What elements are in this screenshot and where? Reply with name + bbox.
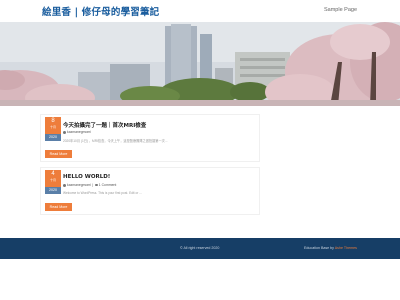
post-author[interactable]: kazmanegmomi (67, 130, 91, 134)
post-author[interactable]: kazmanegmomi (67, 183, 91, 187)
post-date-year: 2020 (45, 134, 61, 141)
post-date-month: 十月 (49, 178, 56, 182)
site-footer: © All right reserved 2020 Education Base… (0, 238, 400, 259)
post-card: 4 十月 2020 HELLO WORLD! kazmanegmomi | 1 C… (40, 167, 260, 215)
post-date-year: 2020 (45, 187, 61, 194)
hero-city-cherry-blossom-image (0, 22, 400, 106)
post-date: 4 十月 2020 (45, 170, 61, 194)
post-title[interactable]: HELLO WORLD! (63, 174, 110, 180)
footer-credit-prefix: Education Base by (304, 246, 334, 250)
author-icon (63, 183, 66, 187)
post-excerpt: Welcome to WordPress. This is your first… (63, 191, 142, 195)
site-title[interactable]: 絵里香 | 修仔母的學習筆記 (42, 4, 159, 18)
post-comments-link[interactable]: 1 Comment (99, 183, 117, 187)
post-date-day: 8 (51, 118, 55, 124)
comment-icon (94, 183, 98, 187)
read-more-button[interactable]: Read More (45, 203, 72, 211)
post-date-day-month: 4 十月 (45, 170, 61, 187)
author-icon (63, 130, 66, 134)
post-title[interactable]: 今天拍攝完了一題｜首次MRI檢查 (63, 121, 146, 129)
footer-credit: Education Base by Ashe Themes (304, 246, 357, 250)
nav-sample-page[interactable]: Sample Page (324, 7, 357, 13)
post-excerpt: 2020年10月 (1日) ，MRI檢查，今天上午，這是醫療團隊之邀拍攝第一次.… (63, 139, 168, 143)
post-date-day: 4 (51, 171, 55, 177)
post-date-day-month: 8 十月 (45, 117, 61, 134)
page-bottom-blank (0, 259, 400, 300)
meta-separator: | (91, 183, 93, 187)
post-date-month: 十月 (49, 125, 56, 129)
footer-copyright: © All right reserved 2020 (180, 246, 220, 250)
post-date: 8 十月 2020 (45, 117, 61, 141)
hero-banner-image (0, 22, 400, 106)
post-meta: kazmanegmomi (63, 130, 91, 134)
post-card: 8 十月 2020 今天拍攝完了一題｜首次MRI檢查 kazmanegmomi … (40, 114, 260, 162)
read-more-button[interactable]: Read More (45, 150, 72, 158)
site-header: 絵里香 | 修仔母的學習筆記 Sample Page (0, 0, 400, 22)
footer-theme-link[interactable]: Ashe Themes (335, 246, 357, 250)
post-meta: kazmanegmomi | 1 Comment (63, 183, 116, 187)
